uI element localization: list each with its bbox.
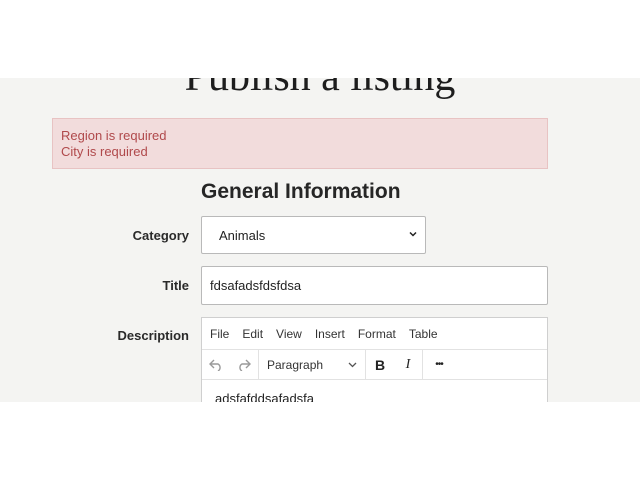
block-format-group: Paragraph: [259, 350, 366, 379]
page-title: Publish a listing: [0, 78, 640, 102]
undo-button[interactable]: [202, 350, 230, 379]
menu-insert[interactable]: Insert: [315, 327, 345, 341]
undo-icon: [209, 359, 221, 371]
error-message-region: Region is required: [61, 128, 167, 143]
category-label: Category: [132, 228, 189, 243]
section-heading: General Information: [201, 180, 401, 203]
menu-table[interactable]: Table: [409, 327, 438, 341]
title-input-value: fdsafadsfdsfdsa: [210, 278, 302, 293]
italic-button[interactable]: I: [394, 350, 422, 379]
description-editor[interactable]: File Edit View Insert Format Table Parag…: [201, 317, 548, 402]
page-viewport: Publish a listing Region is required Cit…: [0, 78, 640, 402]
editor-toolbar: Paragraph B I •••: [202, 349, 547, 380]
format-group: B I: [366, 350, 423, 379]
more-group: •••: [423, 350, 455, 379]
block-format-value: Paragraph: [267, 357, 324, 372]
redo-button[interactable]: [230, 350, 258, 379]
bold-button[interactable]: B: [366, 350, 394, 379]
title-label: Title: [162, 278, 190, 293]
editor-menubar: File Edit View Insert Format Table: [202, 318, 547, 349]
chevron-down-icon: [348, 362, 357, 367]
title-input[interactable]: fdsafadsfdsfdsa: [201, 266, 548, 305]
editor-content[interactable]: adsfafddsafadsfa: [202, 380, 547, 402]
category-select-value: Animals: [219, 228, 266, 243]
menu-view[interactable]: View: [276, 327, 302, 341]
error-message-city: City is required: [61, 144, 148, 159]
more-button[interactable]: •••: [423, 350, 455, 379]
error-alert: Region is required City is required: [52, 118, 548, 169]
menu-edit[interactable]: Edit: [242, 327, 263, 341]
category-select[interactable]: Animals: [201, 216, 426, 254]
history-group: [202, 350, 259, 379]
block-format-select[interactable]: Paragraph: [259, 350, 365, 379]
chevron-down-icon: [409, 231, 417, 237]
menu-file[interactable]: File: [210, 327, 229, 341]
description-label: Description: [117, 328, 189, 343]
redo-icon: [239, 359, 251, 371]
menu-format[interactable]: Format: [358, 327, 396, 341]
